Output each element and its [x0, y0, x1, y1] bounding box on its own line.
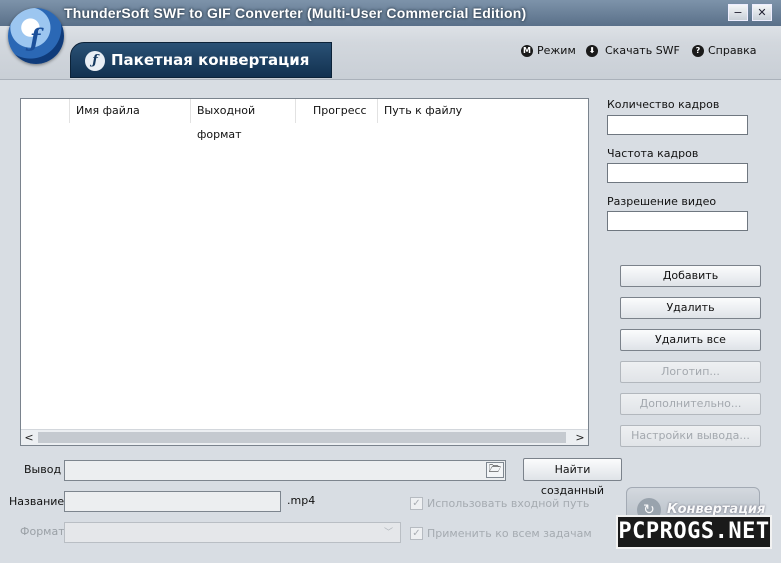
menu-mode[interactable]: M Режим	[521, 44, 576, 57]
column-checkbox[interactable]	[21, 99, 70, 123]
title-bar: ThunderSoft SWF to GIF Converter (Multi-…	[0, 0, 781, 80]
delete-button[interactable]: Удалить	[620, 297, 761, 319]
scroll-right-icon[interactable]: >	[572, 430, 588, 445]
flash-icon: ƒ	[85, 51, 105, 71]
window-title: ThunderSoft SWF to GIF Converter (Multi-…	[64, 5, 527, 21]
chevron-down-icon[interactable]: ﹀	[384, 525, 393, 538]
download-icon: ⬇	[586, 44, 598, 57]
file-list[interactable]: Имя файла Выходной формат Прогресс Путь …	[20, 98, 589, 446]
scroll-left-icon[interactable]: <	[21, 430, 37, 445]
add-button[interactable]: Добавить	[620, 265, 761, 287]
use-input-path-label: Использовать входной путь	[427, 497, 590, 510]
menu-help-label: Справка	[708, 44, 757, 57]
column-filename[interactable]: Имя файла	[70, 99, 191, 123]
frame-count-label: Количество кадров	[607, 98, 720, 111]
advanced-button[interactable]: Дополнительно...	[620, 393, 761, 415]
delete-all-button[interactable]: Удалить все	[620, 329, 761, 351]
tab-batch-conversion[interactable]: ƒ Пакетная конвертация	[70, 42, 332, 78]
scrollbar-thumb[interactable]	[38, 432, 566, 443]
app-logo-icon: ƒ	[8, 8, 64, 64]
name-label: Название	[9, 495, 65, 508]
apply-all-label: Применить ко всем задачам	[427, 527, 592, 540]
logo-letter: ƒ	[30, 23, 41, 52]
tab-label: Пакетная конвертация	[111, 51, 310, 69]
menu-help[interactable]: ? Справка	[692, 44, 756, 57]
use-input-path-checkbox[interactable]: ✓	[410, 497, 423, 510]
output-label: Вывод	[24, 463, 62, 476]
frame-rate-label: Частота кадров	[607, 147, 699, 160]
menu-mode-label: Режим	[537, 44, 576, 57]
column-file-path[interactable]: Путь к файлу	[378, 99, 589, 123]
resolution-field	[607, 211, 748, 231]
frame-count-field	[607, 115, 748, 135]
format-select[interactable]	[64, 522, 401, 543]
help-icon: ?	[692, 44, 704, 57]
minimize-button[interactable]: −	[728, 4, 748, 21]
extension-label: .mp4	[287, 494, 316, 507]
apply-all-checkbox[interactable]: ✓	[410, 527, 423, 540]
find-created-button[interactable]: Найти созданный	[523, 458, 622, 497]
name-input[interactable]	[64, 491, 281, 512]
horizontal-scrollbar[interactable]: < >	[21, 429, 588, 445]
menu-download-swf[interactable]: ⬇ Скачать SWF	[586, 44, 680, 57]
frame-rate-field	[607, 163, 748, 183]
browse-folder-icon[interactable]: 🗁	[486, 462, 504, 478]
column-output-format[interactable]: Выходной формат	[191, 99, 296, 141]
resolution-label: Разрешение видео	[607, 195, 717, 208]
close-button[interactable]: ✕	[752, 4, 772, 21]
format-label: Формат	[20, 525, 65, 538]
mode-icon: M	[521, 44, 533, 57]
logo-button[interactable]: Логотип...	[620, 361, 761, 383]
list-header: Имя файла Выходной формат Прогресс Путь …	[21, 99, 589, 141]
output-path-input[interactable]	[64, 460, 506, 481]
column-progress[interactable]: Прогресс	[296, 99, 378, 123]
output-settings-button[interactable]: Настройки вывода...	[620, 425, 761, 447]
menu-download-label: Скачать SWF	[605, 44, 680, 57]
watermark-badge: PCPROGS.NET	[616, 515, 772, 549]
